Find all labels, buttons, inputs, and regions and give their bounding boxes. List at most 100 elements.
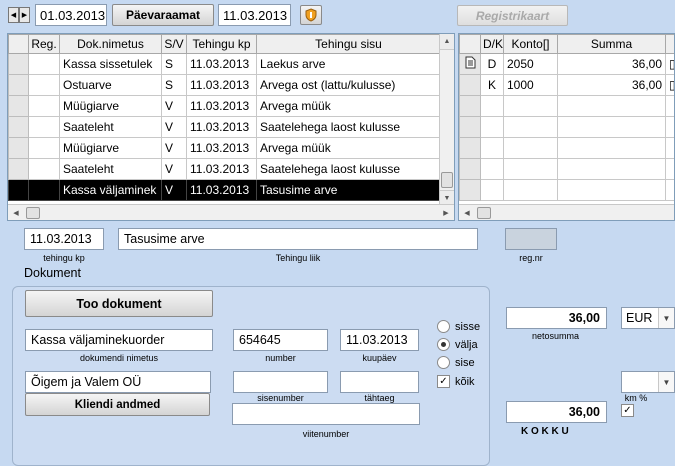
row-selector[interactable] (9, 180, 29, 201)
cell-date[interactable]: 11.03.2013 (187, 180, 257, 201)
scroll-thumb[interactable] (477, 207, 491, 219)
entries-grid[interactable]: D/K Konto[] Summa K D 2050 36,00 (458, 33, 675, 221)
row-selector[interactable] (460, 54, 481, 75)
document-number-input[interactable]: 654645 (233, 329, 328, 351)
cell-doc-name[interactable]: Saateleht (60, 117, 162, 138)
cell-date[interactable]: 11.03.2013 (187, 117, 257, 138)
cell-dk[interactable]: D (481, 54, 504, 75)
cell-account[interactable]: 1000 (504, 75, 558, 96)
cell-content[interactable]: Arvega müük (257, 138, 441, 159)
cell-sv[interactable]: V (162, 159, 187, 180)
due-date-input[interactable] (340, 371, 419, 393)
cell-amount[interactable]: 36,00 (558, 54, 666, 75)
cell-content[interactable]: Saatelehega laost kulusse (257, 159, 441, 180)
column-header-content[interactable]: Tehingu sisu (257, 35, 441, 54)
cell-dk[interactable]: K (481, 75, 504, 96)
currency-select[interactable]: EUR ▼ (621, 307, 675, 329)
all-checkbox[interactable]: ✓ kõik (437, 375, 475, 388)
cell-sv[interactable]: S (162, 54, 187, 75)
column-header-k[interactable]: K (666, 35, 675, 54)
cell-doc-name[interactable]: Kassa sissetulek (60, 54, 162, 75)
scroll-up-icon[interactable]: ▲ (440, 34, 454, 50)
cell-reg[interactable] (29, 159, 60, 180)
cell-date[interactable]: 11.03.2013 (187, 75, 257, 96)
row-selector[interactable] (9, 96, 29, 117)
table-row-empty[interactable] (460, 138, 675, 159)
column-header-dk[interactable]: D/K (481, 35, 504, 54)
column-header-account[interactable]: Konto[] (504, 35, 558, 54)
date-to-input[interactable]: 11.03.2013 (218, 4, 291, 26)
column-header-amount[interactable]: Summa (558, 35, 666, 54)
scroll-left-icon[interactable]: ◀ (459, 205, 475, 220)
direction-radio-in[interactable]: sisse (437, 320, 480, 333)
cell-doc-name[interactable]: Kassa väljaminek (60, 180, 162, 201)
client-data-button[interactable]: Kliendi andmed (25, 393, 210, 416)
cell-sv[interactable]: S (162, 75, 187, 96)
table-row-empty[interactable] (460, 117, 675, 138)
table-row-empty[interactable] (460, 96, 675, 117)
cell-account[interactable]: 2050 (504, 54, 558, 75)
prev-arrow-icon[interactable]: ◀ (8, 7, 19, 23)
transaction-type-input[interactable]: Tasusime arve (118, 228, 478, 250)
cell-reg[interactable] (29, 117, 60, 138)
row-selector[interactable] (9, 159, 29, 180)
scroll-left-icon[interactable]: ◀ (8, 205, 24, 220)
cell-k[interactable]: ▯ (666, 54, 675, 75)
table-row-empty[interactable] (460, 159, 675, 180)
table-row[interactable]: Kassa sissetulek S 11.03.2013 Laekus arv… (9, 54, 441, 75)
cell-date[interactable]: 11.03.2013 (187, 138, 257, 159)
checkmark-icon[interactable]: ✓ (437, 375, 450, 388)
cell-content[interactable]: Arvega müük (257, 96, 441, 117)
journal-vertical-scrollbar[interactable]: ▲ ▼ (439, 34, 454, 206)
cell-content[interactable]: Laekus arve (257, 54, 441, 75)
register-card-button[interactable]: Registrikaart (457, 5, 568, 26)
transaction-date-input[interactable]: 11.03.2013 (24, 228, 104, 250)
cell-sv[interactable]: V (162, 96, 187, 117)
cell-sv[interactable]: V (162, 117, 187, 138)
table-row[interactable]: D 2050 36,00 ▯ (460, 54, 675, 75)
cell-doc-name[interactable]: Müügiarve (60, 96, 162, 117)
inner-number-input[interactable] (233, 371, 328, 393)
cell-date[interactable]: 11.03.2013 (187, 159, 257, 180)
cell-content[interactable]: Arvega ost (lattu/kulusse) (257, 75, 441, 96)
radio-icon[interactable] (437, 356, 450, 369)
cell-reg[interactable] (29, 54, 60, 75)
table-row[interactable]: K 1000 36,00 ▯ (460, 75, 675, 96)
date-from-input[interactable]: 01.03.2013 (35, 4, 107, 26)
document-name-input[interactable]: Kassa väljaminekuorder (25, 329, 213, 351)
radio-selected-icon[interactable] (437, 338, 450, 351)
chevron-down-icon[interactable]: ▼ (658, 308, 674, 328)
vat-included-checkbox[interactable]: ✓ (621, 404, 634, 417)
fetch-document-button[interactable]: Too dokument (25, 290, 213, 317)
cell-date[interactable]: 11.03.2013 (187, 96, 257, 117)
table-row[interactable]: Müügiarve V 11.03.2013 Arvega müük (9, 96, 441, 117)
entries-horizontal-scrollbar[interactable]: ◀ (459, 204, 674, 220)
reference-number-input[interactable] (232, 403, 420, 425)
cell-amount[interactable]: 36,00 (558, 75, 666, 96)
scroll-thumb[interactable] (441, 172, 453, 188)
cell-content[interactable]: Saatelehega laost kulusse (257, 117, 441, 138)
cell-date[interactable]: 11.03.2013 (187, 54, 257, 75)
chevron-down-icon[interactable]: ▼ (658, 372, 674, 392)
cell-reg[interactable] (29, 96, 60, 117)
cell-k[interactable]: ▯ (666, 75, 675, 96)
table-row[interactable]: Müügiarve V 11.03.2013 Arvega müük (9, 138, 441, 159)
table-row-selected[interactable]: Kassa väljaminek V 11.03.2013 Tasusime a… (9, 180, 441, 201)
cell-doc-name[interactable]: Saateleht (60, 159, 162, 180)
row-selector[interactable] (9, 54, 29, 75)
nav-arrows[interactable]: ◀ ▶ (8, 7, 30, 23)
next-arrow-icon[interactable]: ▶ (19, 7, 30, 23)
column-header-sv[interactable]: S/V (162, 35, 187, 54)
table-row[interactable]: Saateleht V 11.03.2013 Saatelehega laost… (9, 159, 441, 180)
column-header-doc-name[interactable]: Dok.nimetus (60, 35, 162, 54)
table-row[interactable]: Saateleht V 11.03.2013 Saatelehega laost… (9, 117, 441, 138)
document-date-input[interactable]: 11.03.2013 (340, 329, 419, 351)
row-selector[interactable] (9, 75, 29, 96)
vat-select[interactable]: ▼ (621, 371, 675, 393)
table-row-empty[interactable] (460, 180, 675, 201)
journal-grid[interactable]: Reg. Dok.nimetus S/V Tehingu kp Tehingu … (7, 33, 455, 221)
net-amount-input[interactable]: 36,00 (506, 307, 607, 329)
cell-doc-name[interactable]: Müügiarve (60, 138, 162, 159)
radio-icon[interactable] (437, 320, 450, 333)
row-selector[interactable] (460, 75, 481, 96)
